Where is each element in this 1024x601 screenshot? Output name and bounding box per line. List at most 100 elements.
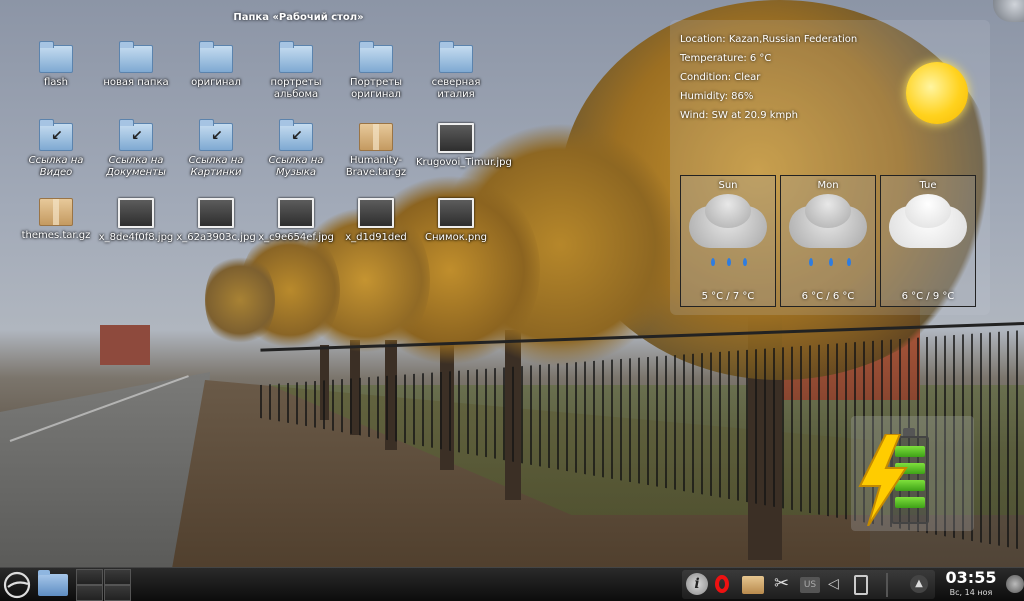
forecast-temp: 6 °C / 9 °C [901,291,955,302]
image-thumbnail-icon [358,198,394,228]
folder-icon [439,41,473,73]
package-icon[interactable] [742,576,764,594]
desktop-icon-label: x_c9e654ef.jpg [258,232,334,243]
image-thumbnail-icon [438,198,474,228]
folder-link-icon [39,119,73,151]
desktop-icon-label: новая папка [103,77,169,88]
weather-humidity: Humidity: 86% [680,91,754,102]
clock-time: 03:55 [945,568,997,587]
weather-wind: Wind: SW at 20.9 kmph [680,110,798,121]
forecast-day-sun: Sun 5 °C / 7 °C [680,175,776,307]
digital-clock[interactable]: 03:55 Вс, 14 ноя [938,568,1004,598]
forecast-day-name: Mon [817,180,839,191]
raindrop [711,258,715,266]
desktop-icon-link-video[interactable]: Ссылка на Видео [16,119,96,179]
folder-icon[interactable] [38,570,68,596]
desktop-icon-label: оригинал [191,77,241,88]
weather-location: Location: Kazan,Russian Federation [680,34,858,45]
desktop-icon-label: Ссылка на Документы [106,155,166,178]
image-thumbnail-icon [118,198,154,228]
pager-desktop-3[interactable] [76,585,103,601]
cloud-icon [889,194,967,248]
rain-cloud-icon [689,194,767,248]
desktop-icon-image-4[interactable]: x_d1d91ded [336,198,416,244]
desktop-icon-screenshot[interactable]: Снимок.png [416,198,496,244]
volume-icon[interactable]: ◁ [828,574,842,595]
desktop-icon-label: портреты альбома [270,77,322,100]
pager-desktop-1[interactable] [76,569,103,585]
archive-icon [359,123,393,151]
keyboard-layout-icon[interactable]: US [800,577,820,593]
wallpaper-building-small [100,325,150,365]
weather-condition: Condition: Clear [680,72,761,83]
archive-icon [39,198,73,226]
folder-icon [359,41,393,73]
desktop-icon-portraits-original[interactable]: Портреты оригинал [336,41,416,101]
desktop-icon-humanity-archive[interactable]: Humanity-Brave.tar.gz [336,123,416,179]
scissors-icon[interactable]: ✂ [774,573,792,594]
weather-widget: Location: Kazan,Russian Federation Tempe… [670,20,990,315]
forecast-day-name: Tue [919,180,937,191]
system-tray: i ✂ US ◁ ▲ [682,570,935,599]
folder-icon [199,41,233,73]
desktop-icon-label: x_8de4f0f8.jpg [98,232,174,243]
raindrop [809,258,813,266]
folder-icon [279,41,313,73]
desktop-icon-krugovoi-image[interactable]: Krugovoi_Timur.jpg [416,123,512,169]
info-icon[interactable]: i [686,573,708,595]
folder-link-icon [119,119,153,151]
desktop-icon-image-3[interactable]: x_c9e654ef.jpg [256,198,336,244]
desktop-icon-label: Ссылка на Музыка [268,155,324,178]
forecast-temp: 6 °C / 6 °C [801,291,855,302]
panel-toolbox-button[interactable] [1006,575,1024,593]
desktop-icon-link-music[interactable]: Ссылка на Музыка [256,119,336,179]
desktop-icon-label: северная италия [431,77,481,100]
desktop-icon-link-pictures[interactable]: Ссылка на Картинки [176,119,256,179]
folder-link-icon [279,119,313,151]
desktop-icon-label: Ссылка на Картинки [188,155,244,178]
folder-icon [119,41,153,73]
battery-widget[interactable] [851,416,974,531]
raindrop [847,258,851,266]
desktop-icon-label: x_62a3903c.jpg [176,232,256,243]
image-thumbnail-icon [198,198,234,228]
application-launcher-icon[interactable] [2,570,32,600]
raindrop [727,258,731,266]
charging-bolt-icon [858,434,908,526]
pager-desktop-4[interactable] [104,585,131,601]
forecast-temp: 5 °C / 7 °C [701,291,755,302]
desktop-icon-label: Портреты оригинал [349,77,403,100]
desktop-icon-label: Krugovoi_Timur.jpg [416,157,512,168]
desktop-icon-themes-archive[interactable]: themes.tar.gz [16,198,96,242]
image-thumbnail-icon [278,198,314,228]
desktop-icon-original[interactable]: оригинал [176,41,256,89]
clipboard-icon[interactable] [854,575,868,595]
desktop-icon-flash[interactable]: flash [16,41,96,89]
opera-icon[interactable] [715,575,729,593]
raindrop [743,258,747,266]
desktop-icon-label: Ссылка на Видео [28,155,84,178]
notifications-up-icon[interactable]: ▲ [910,575,928,593]
desktop-icon-label: x_d1d91ded [345,232,407,243]
desktop-icon-album-portraits[interactable]: портреты альбома [256,41,336,101]
desktop-icon-image-1[interactable]: x_8de4f0f8.jpg [96,198,176,244]
taskbar-panel: i ✂ US ◁ ▲ 03:55 Вс, 14 ноя [0,567,1024,601]
folder-link-icon [199,119,233,151]
folder-icon [39,41,73,73]
tray-separator [886,573,888,597]
desktop-icon-new-folder[interactable]: новая папка [96,41,176,89]
forecast-day-name: Sun [718,180,738,191]
desktop-icon-label: flash [44,77,68,88]
desktop-icon-link-documents[interactable]: Ссылка на Документы [96,119,176,179]
desktop-icon-label: themes.tar.gz [21,230,91,241]
weather-temperature: Temperature: 6 °C [680,53,772,64]
desktop-icon-label: Humanity-Brave.tar.gz [345,155,407,178]
rain-cloud-icon [789,194,867,248]
desktop-icon-north-italy[interactable]: северная италия [416,41,496,101]
folder-view-title: Папка «Рабочий стол» [233,12,364,23]
pager-desktop-2[interactable] [104,569,131,585]
raindrop [829,258,833,266]
desktop-icon-image-2[interactable]: x_62a3903c.jpg [176,198,256,244]
forecast-day-mon: Mon 6 °C / 6 °C [780,175,876,307]
folder-view-widget: Папка «Рабочий стол» flash новая папка о… [0,0,597,268]
